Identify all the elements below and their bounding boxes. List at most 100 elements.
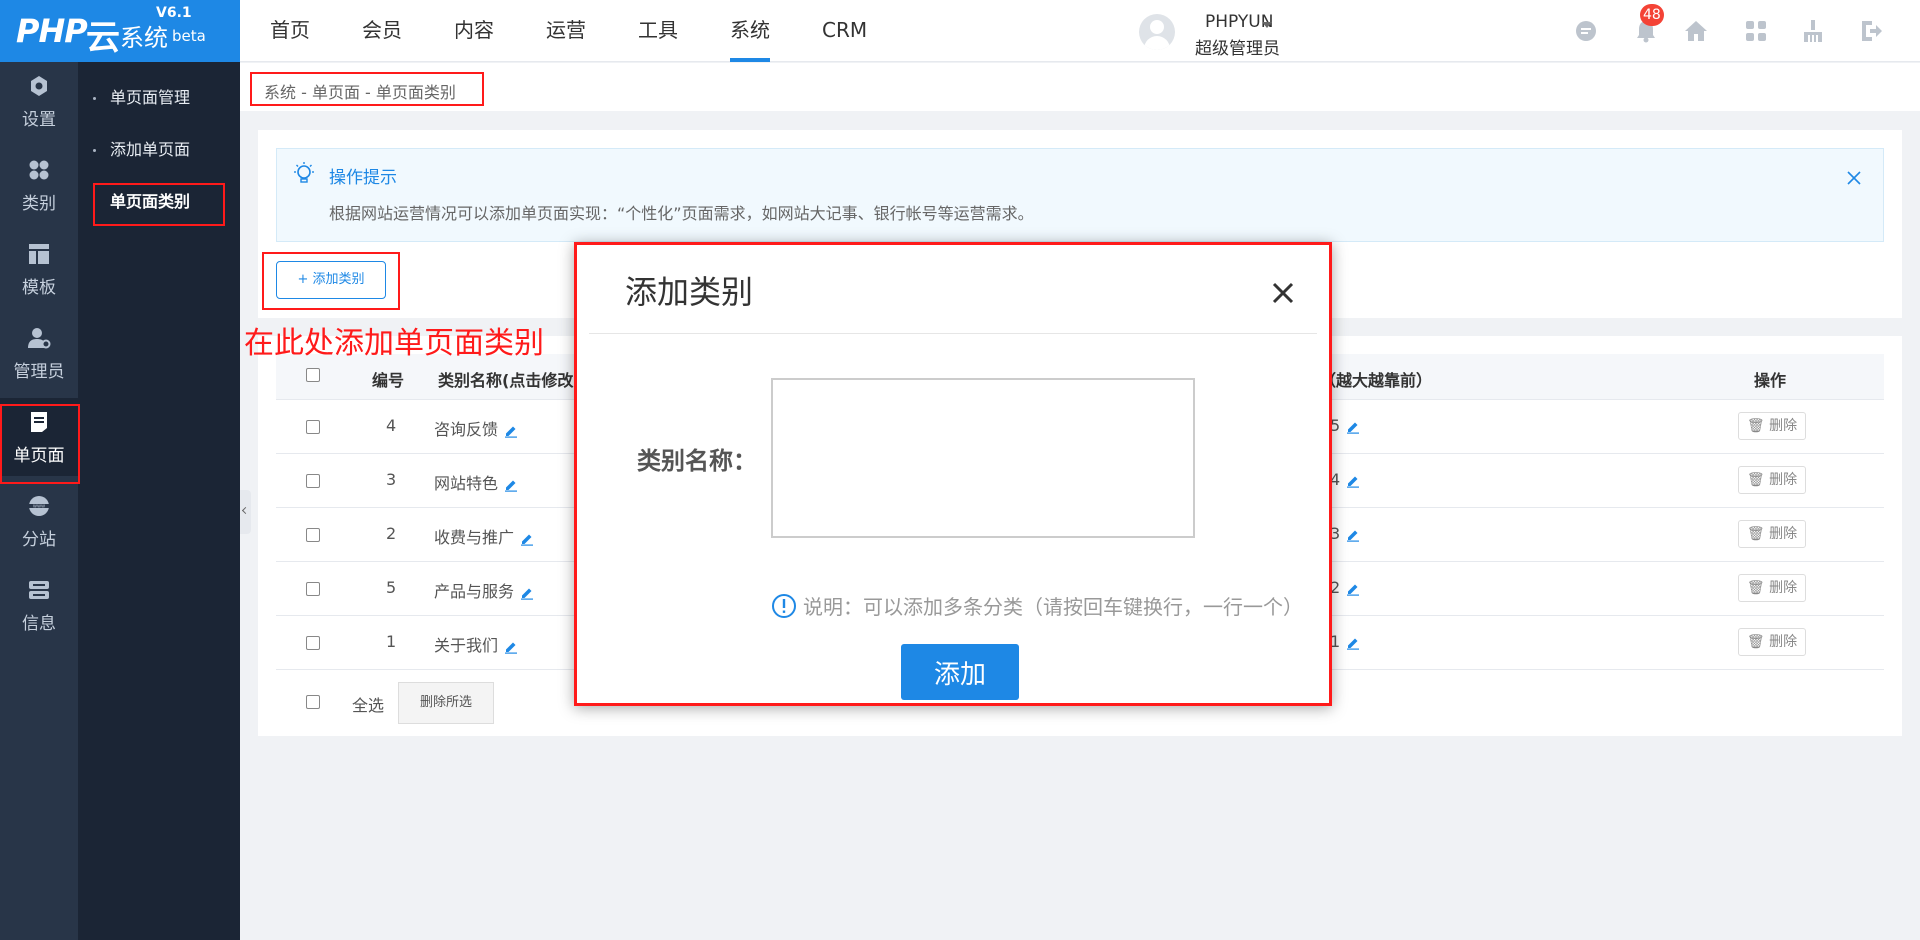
row-name[interactable]: 收费与推广 — [434, 524, 534, 548]
topnav-system[interactable]: 系统 — [730, 0, 770, 62]
logo-system: 系统 — [120, 24, 168, 52]
modal-note: 说明：可以添加多条分类（请按回车键换行，一行一个） — [771, 591, 1303, 620]
category-name-label: 类别名称： — [637, 447, 757, 475]
modal-divider — [589, 333, 1317, 334]
settings-icon — [31, 76, 47, 96]
row-name[interactable]: 产品与服务 — [434, 578, 534, 602]
row-id: 3 — [386, 470, 397, 489]
delete-button[interactable]: 🗑 删除 — [1738, 466, 1806, 494]
edit-icon — [505, 642, 518, 654]
add-category-button[interactable]: + 添加类别 — [276, 261, 386, 299]
row-sort[interactable]: 2 — [1330, 578, 1360, 597]
tip-text: 根据网站运营情况可以添加单页面实现：“个性化”页面需求，如网站大记事、银行帐号等… — [329, 204, 1034, 223]
topnav-home[interactable]: 首页 — [270, 0, 310, 62]
apps-icon[interactable] — [1743, 18, 1769, 44]
row-name[interactable]: 网站特色 — [434, 470, 518, 494]
subnav-item-label: 添加单页面 — [110, 140, 191, 159]
delete-button[interactable]: 🗑 删除 — [1738, 574, 1806, 602]
subnav-item-page-manage[interactable]: 单页面管理 — [78, 78, 240, 118]
delete-button[interactable]: 🗑 删除 — [1738, 412, 1806, 440]
globe-icon: www — [29, 496, 49, 516]
row-checkbox[interactable] — [306, 420, 320, 434]
row-sort[interactable]: 5 — [1330, 416, 1360, 435]
subnav-item-page-category[interactable]: 单页面类别 — [78, 182, 240, 222]
category-name-input[interactable] — [771, 378, 1195, 538]
select-all-checkbox[interactable] — [306, 695, 320, 709]
chat-icon[interactable] — [1573, 18, 1599, 44]
row-checkbox[interactable] — [306, 582, 320, 596]
row-checkbox[interactable] — [306, 474, 320, 488]
row-sort[interactable]: 4 — [1330, 470, 1360, 489]
sidebar-item-template[interactable]: 模板 — [0, 230, 78, 308]
row-name[interactable]: 咨询反馈 — [434, 416, 518, 440]
user-menu[interactable]: PHPYUN 超级管理员 — [1139, 10, 1299, 59]
lightbulb-icon — [294, 162, 314, 183]
avatar — [1139, 14, 1175, 50]
modal-title: 添加类别 — [625, 273, 754, 311]
row-id: 5 — [386, 578, 397, 597]
top-header: 首页 会员 内容 运营 工具 系统 CRM — [240, 0, 1920, 62]
edit-icon — [505, 480, 518, 492]
breadcrumb-bar: 系统 - 单页面 - 单页面类别 — [240, 63, 1920, 111]
top-nav: 首页 会员 内容 运营 工具 系统 CRM — [270, 0, 919, 62]
logo-beta: beta — [172, 27, 206, 45]
topnav-member[interactable]: 会员 — [362, 0, 402, 62]
sidebar-item-label: 信息 — [22, 614, 56, 634]
row-id: 2 — [386, 524, 397, 543]
row-id: 4 — [386, 416, 397, 435]
user-role: 超级管理员 — [1195, 39, 1280, 59]
topnav-content[interactable]: 内容 — [454, 0, 494, 62]
row-name-text: 关于我们 — [434, 636, 499, 655]
category-icon — [29, 160, 49, 180]
sidebar-item-settings[interactable]: 设置 — [0, 62, 78, 140]
sidebar-item-category[interactable]: 类别 — [0, 146, 78, 224]
sidebar-item-admin[interactable]: 管理员 — [0, 314, 78, 392]
edit-icon — [1347, 530, 1360, 542]
trash-icon: 🗑 — [1746, 634, 1765, 650]
clean-icon[interactable] — [1800, 18, 1826, 44]
row-name-text: 网站特色 — [434, 474, 499, 493]
row-checkbox[interactable] — [306, 528, 320, 542]
home-icon[interactable] — [1683, 18, 1709, 44]
chevron-down-icon[interactable] — [1262, 22, 1272, 28]
topnav-crm[interactable]: CRM — [822, 0, 867, 62]
admin-icon — [28, 328, 51, 349]
sidebar-collapse-toggle[interactable] — [240, 490, 251, 534]
notification-badge: 48 — [1640, 4, 1664, 26]
row-sort[interactable]: 3 — [1330, 524, 1360, 543]
edit-icon — [521, 534, 534, 546]
annotation-text: 在此处添加单页面类别 — [244, 326, 544, 361]
edit-icon — [1347, 422, 1360, 434]
logo[interactable]: PHP 云 系统 V6.1 beta — [0, 0, 240, 62]
close-icon[interactable] — [1845, 169, 1863, 187]
sidebar-item-label: 设置 — [22, 110, 56, 130]
sidebar-item-single-page[interactable]: 单页面 — [0, 398, 78, 476]
close-icon[interactable] — [1269, 279, 1297, 307]
delete-button[interactable]: 🗑 删除 — [1738, 520, 1806, 548]
row-sort[interactable]: 1 — [1330, 632, 1360, 651]
delete-selected-button[interactable]: 删除所选 — [398, 682, 494, 724]
sidebar-item-label: 管理员 — [13, 362, 65, 382]
delete-button[interactable]: 🗑 删除 — [1738, 628, 1806, 656]
header-checkbox[interactable] — [306, 368, 320, 382]
sidebar-item-label: 单页面 — [13, 446, 65, 466]
delete-label: 删除 — [1769, 526, 1798, 542]
add-submit-button[interactable]: 添加 — [901, 644, 1019, 700]
row-checkbox[interactable] — [306, 636, 320, 650]
sidebar-item-substation[interactable]: www 分站 — [0, 482, 78, 560]
topnav-operation[interactable]: 运营 — [546, 0, 586, 62]
sidebar-item-info[interactable]: 信息 — [0, 566, 78, 644]
logout-icon[interactable] — [1858, 18, 1884, 44]
bullet-icon — [93, 149, 96, 152]
row-name[interactable]: 关于我们 — [434, 632, 518, 656]
logo-yun: 云 — [86, 18, 120, 58]
trash-icon: 🗑 — [1746, 418, 1765, 434]
trash-icon: 🗑 — [1746, 580, 1765, 596]
topnav-tools[interactable]: 工具 — [638, 0, 678, 62]
template-icon — [29, 244, 49, 264]
delete-label: 删除 — [1769, 580, 1798, 596]
edit-icon — [521, 588, 534, 600]
subnav-item-add-page[interactable]: 添加单页面 — [78, 130, 240, 170]
row-name-text: 咨询反馈 — [434, 420, 499, 439]
info-icon — [29, 581, 49, 599]
